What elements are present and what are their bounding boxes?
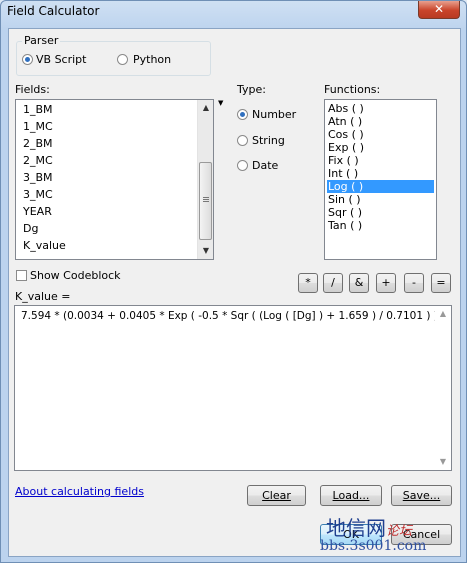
type-date-radio[interactable]	[237, 160, 248, 171]
type-number-label[interactable]: Number	[252, 108, 296, 121]
clear-button-label: Clear	[262, 489, 291, 502]
close-button[interactable]: ✕	[418, 1, 460, 19]
list-item[interactable]: Int ( )	[327, 167, 434, 180]
field-calculator-window: Field Calculator ✕ Parser VB Script Pyth…	[0, 0, 467, 563]
scroll-up-icon[interactable]: ▲	[435, 306, 451, 322]
concat-button[interactable]: &	[349, 273, 369, 293]
type-label: Type:	[237, 83, 266, 96]
fields-scrollbar[interactable]: ▲ ▼	[197, 100, 213, 259]
list-item[interactable]: Tan ( )	[327, 219, 434, 232]
title-bar[interactable]: Field Calculator ✕	[1, 1, 466, 25]
type-number-radio[interactable]	[237, 109, 248, 120]
expression-label: K_value =	[15, 290, 71, 303]
type-string-radio[interactable]	[237, 135, 248, 146]
list-item[interactable]: Exp ( )	[327, 141, 434, 154]
minus-button[interactable]: -	[404, 273, 424, 293]
list-item[interactable]: 3_MC	[23, 186, 53, 203]
divide-button[interactable]: /	[323, 273, 343, 293]
fields-label: Fields:	[15, 83, 50, 96]
type-date-label[interactable]: Date	[252, 159, 278, 172]
clear-button[interactable]: Clear	[247, 485, 306, 506]
list-item[interactable]: Sin ( )	[327, 193, 434, 206]
python-radio[interactable]	[117, 54, 128, 65]
load-button[interactable]: Load...	[320, 485, 382, 506]
list-item[interactable]: K_value	[23, 237, 66, 254]
list-item[interactable]: Atn ( )	[327, 115, 434, 128]
list-item[interactable]: Fix ( )	[327, 154, 434, 167]
list-item[interactable]: YEAR	[23, 203, 52, 220]
about-calculating-fields-link[interactable]: About calculating fields	[15, 485, 144, 498]
scroll-thumb[interactable]	[199, 162, 212, 240]
vbscript-label[interactable]: VB Script	[36, 53, 86, 66]
window-title: Field Calculator	[7, 4, 100, 18]
multiply-button[interactable]: *	[298, 273, 318, 293]
save-button[interactable]: Save...	[391, 485, 452, 506]
type-string-label[interactable]: String	[252, 134, 285, 147]
list-item-selected[interactable]: Log ( )	[327, 180, 434, 193]
save-button-label: Save...	[402, 489, 441, 502]
fields-dropdown-icon[interactable]: ▼	[218, 99, 223, 107]
python-label[interactable]: Python	[133, 53, 171, 66]
watermark-title: 地信网论坛	[326, 516, 413, 540]
equals-button[interactable]: =	[431, 273, 451, 293]
scroll-down-icon[interactable]: ▼	[198, 243, 213, 259]
list-item[interactable]: 3_BM	[23, 169, 53, 186]
parser-label: Parser	[22, 34, 61, 47]
vbscript-radio[interactable]	[22, 54, 33, 65]
plus-button[interactable]: +	[376, 273, 396, 293]
list-item[interactable]: 2_BM	[23, 135, 53, 152]
show-codeblock-label[interactable]: Show Codeblock	[30, 269, 121, 282]
show-codeblock-checkbox[interactable]	[16, 270, 27, 281]
scroll-up-icon[interactable]: ▲	[198, 100, 213, 116]
list-item[interactable]: Cos ( )	[327, 128, 434, 141]
list-item[interactable]: Dg	[23, 220, 38, 237]
expression-textbox[interactable]: 7.594 * (0.0034 + 0.0405 * Exp ( -0.5 * …	[14, 305, 452, 471]
functions-label: Functions:	[324, 83, 381, 96]
fields-listbox[interactable]: 1_BM 1_MC 2_BM 2_MC 3_BM 3_MC YEAR Dg K_…	[15, 99, 214, 260]
watermark-url: bbs.3s001.com	[320, 538, 427, 554]
list-item[interactable]: 2_MC	[23, 152, 53, 169]
dialog-body: Parser VB Script Python Fields: 1_BM 1_M…	[8, 28, 461, 557]
expression-text[interactable]: 7.594 * (0.0034 + 0.0405 * Exp ( -0.5 * …	[21, 310, 442, 322]
list-item[interactable]: Sqr ( )	[327, 206, 434, 219]
scroll-down-icon[interactable]: ▼	[435, 454, 451, 470]
list-item[interactable]: 1_MC	[23, 118, 53, 135]
list-item[interactable]: Abs ( )	[327, 102, 434, 115]
list-item[interactable]: 1_BM	[23, 101, 53, 118]
expression-scrollbar[interactable]: ▲ ▼	[435, 306, 451, 470]
load-button-label: Load...	[332, 489, 370, 502]
watermark-logo: 地信网论坛 bbs.3s001.com	[312, 510, 462, 560]
functions-listbox[interactable]: Abs ( ) Atn ( ) Cos ( ) Exp ( ) Fix ( ) …	[324, 99, 437, 260]
